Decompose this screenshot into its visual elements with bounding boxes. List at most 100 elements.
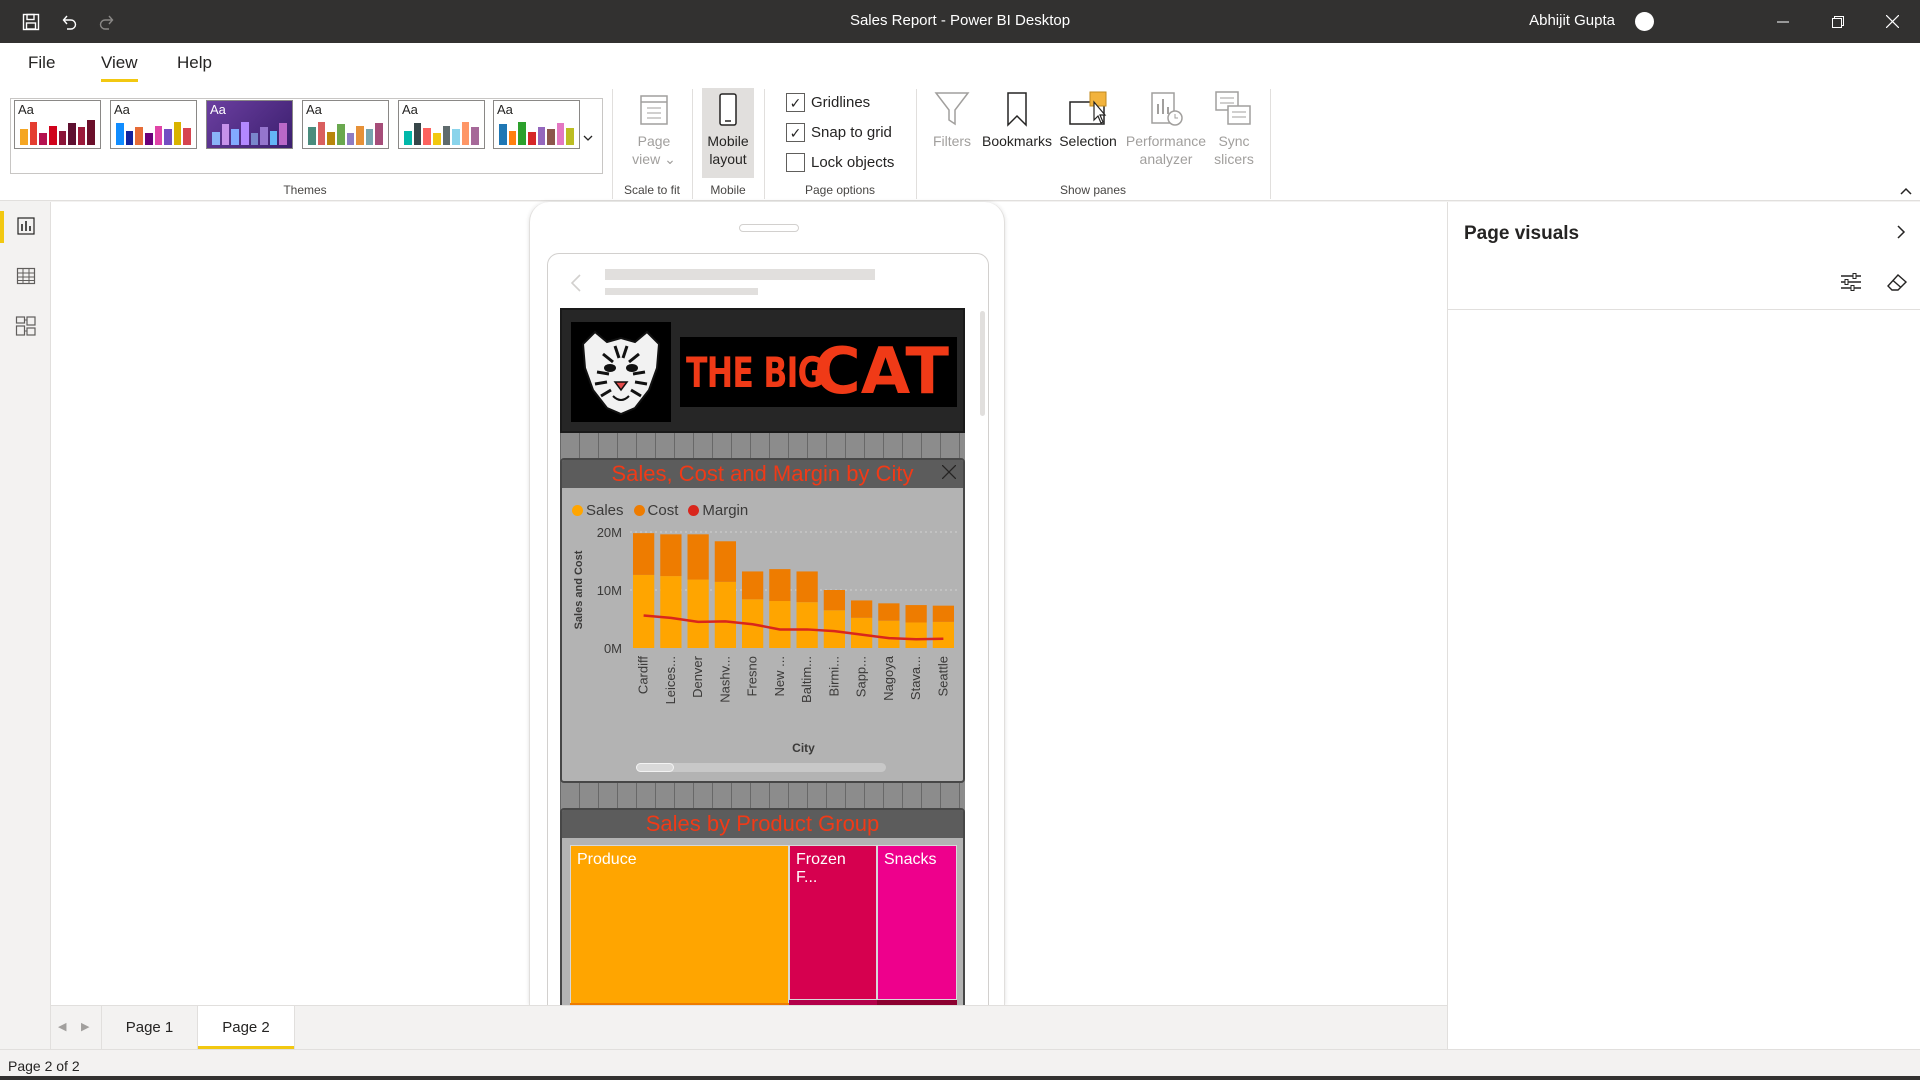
filter-icon — [934, 92, 970, 126]
filters-pane-button[interactable]: Filters — [926, 90, 978, 150]
logo-text-large: CAT — [813, 335, 949, 409]
bar-cost — [850, 600, 873, 618]
header-placeholder — [605, 288, 758, 295]
bar-sales — [796, 602, 818, 648]
phone-scrollbar[interactable] — [980, 311, 985, 416]
selection-icon — [1069, 91, 1107, 125]
themes-dropdown-icon[interactable] — [583, 130, 593, 144]
divider — [1448, 309, 1920, 310]
next-page-icon[interactable]: ▶ — [81, 1020, 89, 1033]
eraser-icon[interactable] — [1886, 272, 1908, 295]
menu-help[interactable]: Help — [177, 53, 212, 73]
menu-view[interactable]: View — [101, 53, 138, 82]
page-view-button[interactable]: Page view ⌄ — [626, 92, 682, 168]
collapse-ribbon-icon[interactable] — [1900, 182, 1912, 198]
tab-page-1[interactable]: Page 1 — [101, 1006, 198, 1050]
theme-swatch[interactable]: Aa — [398, 100, 485, 149]
selection-pane-button[interactable]: Selection — [1055, 90, 1121, 150]
sales-by-product-group-treemap[interactable]: Sales by Product Group Produce Frozen F.… — [560, 808, 965, 1018]
legend-item-margin[interactable]: Margin — [688, 502, 748, 519]
y-tick-label: 20M — [597, 525, 622, 540]
x-tick-label: Seattle — [935, 656, 950, 696]
restore-icon[interactable] — [1810, 0, 1865, 43]
bar-cost — [878, 603, 900, 621]
theme-swatch[interactable]: Aa — [14, 100, 101, 149]
bar-cost — [823, 590, 846, 611]
performance-analyzer-button[interactable]: Performance analyzer — [1120, 90, 1212, 168]
bookmarks-pane-button[interactable]: Bookmarks — [978, 90, 1056, 150]
bar-cost — [660, 534, 682, 577]
legend-item-cost[interactable]: Cost — [633, 502, 678, 519]
chevron-right-icon[interactable] — [1896, 224, 1906, 243]
menu-file[interactable]: File — [28, 53, 55, 73]
filter-settings-icon[interactable] — [1840, 272, 1862, 295]
group-label-scale: Scale to fit — [623, 183, 681, 197]
minimize-icon[interactable] — [1755, 0, 1810, 43]
logo-text-small: THE BIG — [686, 347, 823, 397]
tab-page-2[interactable]: Page 2 — [198, 1006, 295, 1050]
sync-slicers-button[interactable]: Sync slicers — [1206, 90, 1262, 168]
x-tick-label: Baltim... — [799, 656, 814, 703]
bar-cost — [632, 533, 655, 575]
bar-cost — [796, 571, 818, 603]
bar-cost — [769, 569, 791, 602]
menu-bar: File View Help — [0, 43, 1920, 87]
treemap-title: Sales by Product Group — [562, 810, 963, 838]
close-icon[interactable] — [938, 461, 960, 483]
bar-cost — [905, 605, 927, 623]
theme-swatch[interactable]: Aa — [110, 100, 197, 149]
close-window-icon[interactable] — [1865, 0, 1920, 43]
group-label-themes: Themes — [283, 183, 327, 197]
phone-icon — [719, 93, 737, 126]
theme-swatch[interactable]: Aa — [493, 100, 580, 149]
mobile-layout-button[interactable]: Mobile layout — [700, 92, 756, 168]
divider — [612, 89, 613, 199]
x-tick-label: New ... — [772, 656, 787, 696]
divider — [692, 89, 693, 199]
y-tick-label: 10M — [597, 583, 622, 598]
title-bar: Sales Report - Power BI Desktop Abhijit … — [0, 0, 1920, 43]
prev-page-icon[interactable]: ◀ — [58, 1020, 66, 1033]
tiger-image — [571, 322, 671, 422]
divider — [916, 89, 917, 199]
page-tabs-bar: ◀ ▶ Page 1 Page 2 — [51, 1005, 1447, 1050]
bar-sales — [687, 579, 709, 648]
divider — [764, 89, 765, 199]
snap-to-grid-checkbox[interactable]: ✓ Snap to grid — [786, 123, 892, 142]
page-status: Page 2 of 2 — [8, 1058, 80, 1074]
y-tick-label: 0M — [604, 641, 622, 656]
theme-swatch[interactable]: Aa — [302, 100, 389, 149]
bar-sales — [878, 620, 900, 648]
x-tick-label: Denver — [690, 655, 705, 698]
treemap-cell-frozen[interactable]: Frozen F... — [789, 845, 877, 1000]
bar-cost — [687, 534, 709, 580]
legend-dot — [688, 505, 700, 516]
table-view-icon[interactable] — [14, 264, 38, 288]
checkbox-box[interactable] — [786, 153, 805, 172]
logo-visual[interactable]: THE BIG CAT — [560, 308, 965, 433]
treemap-cell-produce[interactable]: Produce — [570, 845, 789, 1005]
lock-objects-checkbox[interactable]: Lock objects — [786, 153, 894, 172]
legend-item-sales[interactable]: Sales — [572, 502, 624, 519]
avatar[interactable] — [1635, 12, 1654, 31]
chart-scroll-thumb[interactable] — [636, 763, 674, 772]
checkbox-box[interactable]: ✓ — [786, 123, 805, 142]
save-icon[interactable] — [18, 9, 44, 35]
gridlines-checkbox[interactable]: ✓ Gridlines — [786, 93, 870, 112]
group-label-show-panes: Show panes — [1059, 183, 1127, 197]
theme-swatch[interactable]: Aa — [206, 100, 293, 149]
pane-title: Page visuals — [1464, 223, 1580, 244]
undo-icon[interactable] — [56, 9, 82, 35]
x-axis-label: City — [792, 741, 815, 755]
treemap-cell-snacks[interactable]: Snacks — [877, 845, 957, 1000]
group-label-mobile: Mobile — [710, 183, 746, 197]
bar-cost — [714, 541, 737, 582]
checkbox-box[interactable]: ✓ — [786, 93, 805, 112]
divider — [1270, 89, 1271, 199]
report-view-icon[interactable] — [14, 214, 38, 238]
header-placeholder — [605, 269, 875, 280]
redo-icon[interactable] — [94, 9, 120, 35]
user-name[interactable]: Abhijit Gupta — [1529, 12, 1615, 29]
model-view-icon[interactable] — [14, 314, 38, 338]
sales-cost-margin-chart[interactable]: Sales, Cost and Margin by City Sales Cos… — [560, 458, 965, 783]
